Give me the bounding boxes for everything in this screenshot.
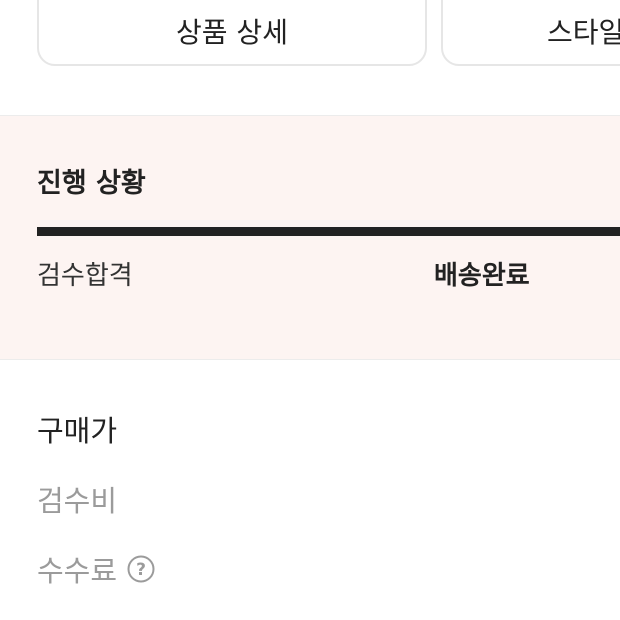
- svg-text:?: ?: [136, 560, 146, 580]
- product-detail-label: 상품 상세: [176, 16, 288, 49]
- step-inspection-passed: 검수합격: [37, 261, 133, 291]
- purchase-price-label: 구매가: [37, 414, 118, 448]
- product-detail-button[interactable]: 상품 상세: [37, 0, 427, 66]
- price-breakdown: 구매가 검수비 수수료 ?: [0, 360, 620, 620]
- detail-tab-bar: 상품 상세 스타일: [0, 0, 620, 116]
- progress-section: 진행 상황 검수합격 배송완료: [0, 116, 620, 360]
- commission-row: 수수료 ?: [37, 548, 155, 590]
- progress-bar-fill: [37, 227, 620, 236]
- inspection-fee-row: 검수비: [37, 478, 117, 520]
- inspection-fee-label: 검수비: [37, 484, 118, 518]
- progress-bar: [37, 227, 620, 236]
- progress-title: 진행 상황: [37, 168, 146, 199]
- style-label: 스타일: [547, 16, 620, 49]
- question-circle-icon[interactable]: ?: [127, 555, 155, 583]
- commission-label: 수수료: [37, 554, 118, 588]
- step-delivered: 배송완료: [434, 261, 530, 291]
- purchase-price-row: 구매가: [37, 408, 117, 450]
- style-button[interactable]: 스타일: [441, 0, 620, 66]
